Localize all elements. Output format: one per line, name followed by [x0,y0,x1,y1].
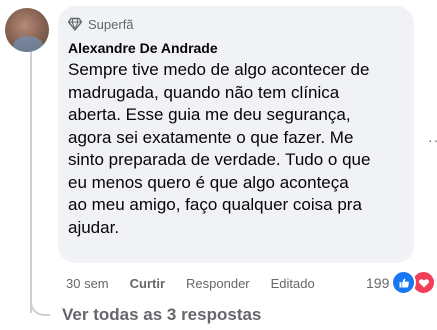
reaction-summary[interactable]: 199 [366,270,437,295]
comment-author[interactable]: Alexandre De Andrade [68,40,218,56]
badge-label: Superfã [88,16,134,32]
like-button[interactable]: Curtir [130,276,165,291]
avatar[interactable] [5,8,49,52]
comment-line: aberta. Esse guia me deu segurança, [68,105,351,124]
more-options-icon[interactable]: ··· [428,132,437,148]
comment-timestamp[interactable]: 30 sem [66,276,109,291]
comment-line: eu menos quero é que algo aconteça [68,172,349,192]
reaction-count: 199 [366,274,390,291]
reply-button[interactable]: Responder [186,276,250,291]
thread-curve [30,296,50,316]
comment-line: agora sei exatamente o que fazer. Me [68,127,354,147]
comment-line: ajudar. [68,217,120,237]
comment-line: Sempre tive medo de algo acontecer de [68,60,370,79]
comment-line: ao meu amigo, faço qualquer coisa pra [68,195,362,214]
comment-actions: 30 sem Curtir Responder Editado [66,274,336,292]
edited-label[interactable]: Editado [271,276,315,291]
comment-line: madrugada, quando não tem clínica [68,82,340,102]
diamond-icon [68,17,82,31]
like-icon [391,270,417,295]
comment-text: Sempre tive medo de algo acontecer de ma… [68,59,408,239]
thread-line [30,48,32,313]
view-replies-link[interactable]: Ver todas as 3 respostas [62,305,261,325]
superfan-badge[interactable]: Superfã [68,15,134,33]
comment-line: sinto preparada de verdade. Tudo o que [68,150,371,169]
